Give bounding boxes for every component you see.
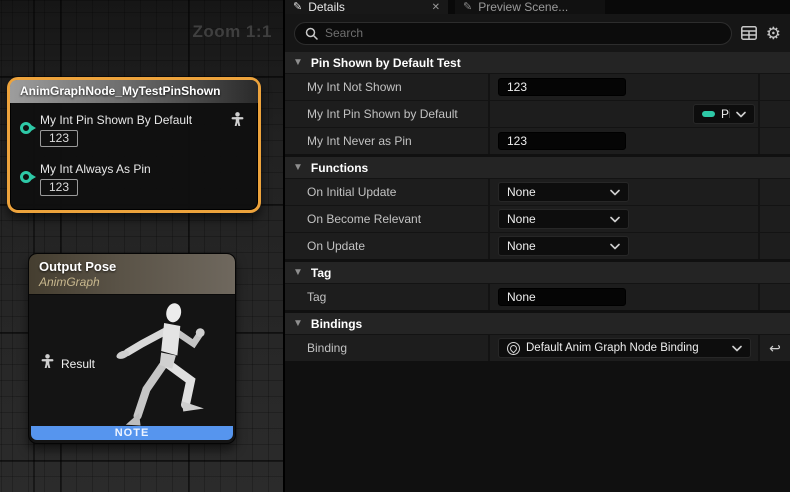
on-become-relevant-dropdown[interactable]: None [498,209,629,229]
result-pin-label: Result [61,357,95,371]
properties-list: ▼ Pin Shown by Default Test My Int Not S… [285,52,790,492]
search-input[interactable] [325,26,721,40]
tab-preview-label: Preview Scene... [478,0,568,14]
property-label: Tag [285,290,488,304]
details-pen-icon: ✎ [293,2,302,12]
node-title[interactable]: AnimGraphNode_MyTestPinShown [10,80,258,103]
search-row: ⚙ [285,14,790,52]
my-int-not-shown-input[interactable] [498,78,626,96]
binding-dropdown[interactable]: Default Anim Graph Node Binding [498,338,751,358]
tab-close-icon[interactable]: ✕ [432,2,440,13]
display-filter-icon[interactable] [741,26,757,40]
output-node-subtitle: AnimGraph [39,275,235,289]
reset-column [758,101,790,127]
preview-pen-icon: ✎ [463,2,472,12]
property-row-my-int-never-as-pin: My Int Never as Pin [285,127,790,154]
property-row-tag: Tag [285,283,790,310]
section-tag[interactable]: ▼ Tag [285,262,790,283]
chevron-down-icon [732,345,742,352]
dropdown-value: None [507,185,604,199]
tab-details-label: Details [308,0,345,14]
tab-details[interactable]: ✎ Details ✕ [285,0,448,14]
section-collapse-arrow-icon[interactable]: ▼ [293,57,303,68]
property-row-binding: Binding Default Anim Graph Node Binding … [285,334,790,361]
property-label: Binding [285,341,488,355]
dropdown-value: None [507,212,604,226]
unreal-editor-window: Zoom 1:1 AnimGraphNode_MyTestPinShown My… [0,0,790,492]
property-label: On Initial Update [285,185,488,199]
section-bindings[interactable]: ▼ Bindings [285,313,790,334]
chevron-down-icon [610,216,620,223]
section-title: Functions [311,161,368,175]
section-functions[interactable]: ▼ Functions [285,157,790,178]
reset-column [758,74,790,100]
note-bar[interactable]: NOTE [31,426,233,440]
section-title: Tag [311,266,331,280]
property-row-my-int-pin-shown-by-default: My Int Pin Shown by Default Pin [285,100,790,127]
property-label: My Int Not Shown [285,80,488,94]
result-pose-pin-icon[interactable] [41,354,54,373]
tab-preview-scene[interactable]: ✎ Preview Scene... [455,0,605,14]
pin-row: My Int Always As Pin 123 [20,162,151,196]
on-initial-update-dropdown[interactable]: None [498,182,629,202]
property-row-on-update: On Update None [285,232,790,259]
anim-graph-canvas[interactable]: Zoom 1:1 AnimGraphNode_MyTestPinShown My… [0,0,283,492]
pin-visibility-dropdown[interactable]: Pin [693,104,755,124]
on-update-dropdown[interactable]: None [498,236,629,256]
reset-column [758,206,790,232]
reset-column [758,284,790,310]
int-pin-icon[interactable] [20,122,32,134]
output-pose-node[interactable]: Output Pose AnimGraph Resu [28,253,236,444]
pin-value-box[interactable]: 123 [40,179,78,196]
reset-column [758,128,790,154]
pin-label: My Int Always As Pin [40,162,151,176]
property-row-on-initial-update: On Initial Update None [285,178,790,205]
pose-output-pin-icon[interactable] [231,112,244,131]
property-row-on-become-relevant: On Become Relevant None [285,205,790,232]
output-node-title: Output Pose [39,259,235,274]
binding-class-icon [507,342,520,355]
pin-row: My Int Pin Shown By Default 123 [20,113,192,147]
pin-pill-icon [702,111,715,117]
tag-input[interactable] [498,288,626,306]
int-pin-icon[interactable] [20,171,32,183]
details-panel: ✎ Details ✕ ✎ Preview Scene... ⚙ [285,0,790,492]
section-title: Pin Shown by Default Test [311,56,461,70]
result-pin-row[interactable]: Result [41,354,95,373]
property-label: My Int Never as Pin [285,134,488,148]
reset-column [758,179,790,205]
reset-column [758,233,790,259]
property-label: On Become Relevant [285,212,488,226]
my-int-never-as-pin-input[interactable] [498,132,626,150]
section-collapse-arrow-icon[interactable]: ▼ [293,318,303,329]
pin-visibility-value: Pin [721,107,730,121]
chevron-down-icon [736,111,746,118]
anim-graph-node-mytestpinshown[interactable]: AnimGraphNode_MyTestPinShown My Int Pin … [7,77,261,213]
section-title: Bindings [311,317,362,331]
mannequin-image [81,298,231,438]
section-collapse-arrow-icon[interactable]: ▼ [293,267,303,278]
revert-arrow-icon[interactable]: ↩ [758,335,790,361]
property-label: On Update [285,239,488,253]
settings-gear-icon[interactable]: ⚙ [766,25,781,42]
zoom-level-indicator: Zoom 1:1 [192,22,272,42]
binding-value: Default Anim Graph Node Binding [526,342,726,354]
output-node-header[interactable]: Output Pose AnimGraph [29,254,235,295]
property-row-my-int-not-shown: My Int Not Shown [285,73,790,100]
search-icon [305,27,318,40]
chevron-down-icon [610,189,620,196]
pin-label: My Int Pin Shown By Default [40,113,192,127]
property-label: My Int Pin Shown by Default [285,107,488,121]
section-collapse-arrow-icon[interactable]: ▼ [293,162,303,173]
search-box[interactable] [294,22,732,45]
tab-bar: ✎ Details ✕ ✎ Preview Scene... [285,0,790,14]
chevron-down-icon [610,243,620,250]
pin-value-box[interactable]: 123 [40,130,78,147]
dropdown-value: None [507,239,604,253]
section-pin-shown-by-default-test[interactable]: ▼ Pin Shown by Default Test [285,52,790,73]
